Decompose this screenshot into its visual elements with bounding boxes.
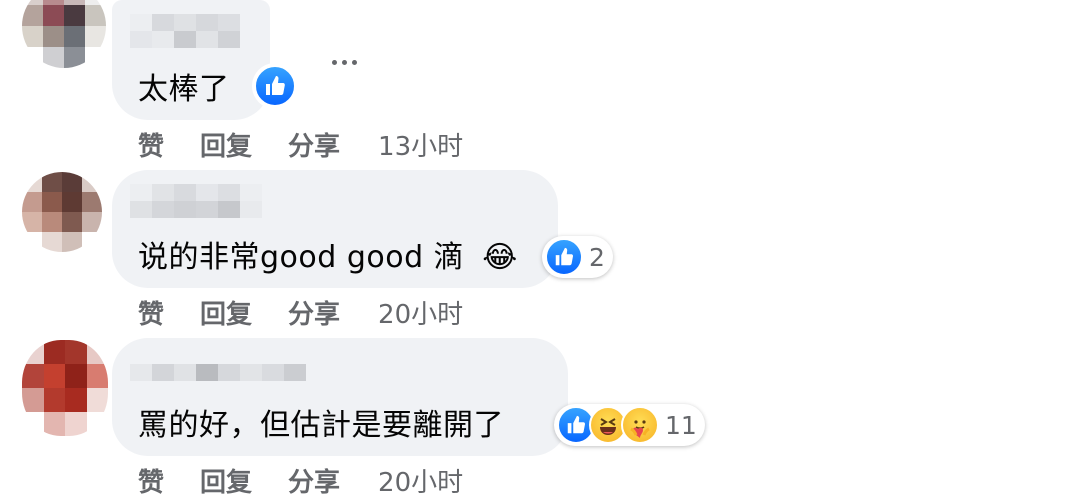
avatar[interactable] bbox=[22, 172, 102, 252]
comment-actions: 赞 回复 分享 13小时 bbox=[138, 126, 463, 163]
timestamp[interactable]: 20小时 bbox=[378, 462, 463, 496]
author-name-blurred[interactable] bbox=[130, 364, 306, 398]
avatar[interactable] bbox=[22, 0, 106, 68]
more-options-button[interactable] bbox=[326, 50, 362, 74]
avatar[interactable] bbox=[22, 340, 108, 436]
share-button[interactable]: 分享 bbox=[288, 462, 340, 496]
comment-bubble: 太棒了 bbox=[112, 0, 270, 120]
comment-bubble: 罵的好，但估計是要離開了 bbox=[112, 338, 568, 456]
like-icon bbox=[254, 65, 296, 107]
comment-thread: 太棒了 赞 回复 分享 13小时 说的非常good good 滴 😂 2 赞 回… bbox=[0, 0, 1087, 496]
timestamp[interactable]: 13小时 bbox=[378, 126, 463, 163]
like-button[interactable]: 赞 bbox=[138, 294, 164, 331]
comment-text: 罵的好，但估計是要離開了 bbox=[138, 408, 504, 443]
reaction-count: 2 bbox=[589, 242, 605, 272]
reply-button[interactable]: 回复 bbox=[200, 462, 252, 496]
reaction-summary[interactable]: 11 bbox=[554, 404, 705, 446]
timestamp[interactable]: 20小时 bbox=[378, 294, 463, 331]
laughing-emoji: 😂 bbox=[482, 240, 518, 275]
comment-actions: 赞 回复 分享 20小时 bbox=[138, 462, 463, 496]
reply-button[interactable]: 回复 bbox=[200, 294, 252, 331]
comment-bubble: 说的非常good good 滴 😂 bbox=[112, 170, 558, 288]
like-icon bbox=[545, 238, 583, 276]
comment-text: 说的非常good good 滴 😂 bbox=[138, 232, 518, 276]
share-button[interactable]: 分享 bbox=[288, 294, 340, 331]
care-icon bbox=[621, 406, 659, 444]
comment-actions: 赞 回复 分享 20小时 bbox=[138, 294, 463, 331]
reaction-count: 11 bbox=[665, 410, 697, 440]
author-name-blurred[interactable] bbox=[130, 14, 240, 48]
like-button[interactable]: 赞 bbox=[138, 462, 164, 496]
reply-button[interactable]: 回复 bbox=[200, 126, 252, 163]
share-button[interactable]: 分享 bbox=[288, 126, 340, 163]
author-name-blurred[interactable] bbox=[130, 184, 262, 218]
reaction-summary[interactable]: 2 bbox=[542, 236, 613, 278]
reaction-summary[interactable] bbox=[252, 63, 298, 109]
comment-text-body: 说的非常good good 滴 bbox=[138, 240, 465, 275]
like-button[interactable]: 赞 bbox=[138, 126, 164, 163]
comment-text: 太棒了 bbox=[138, 72, 230, 107]
